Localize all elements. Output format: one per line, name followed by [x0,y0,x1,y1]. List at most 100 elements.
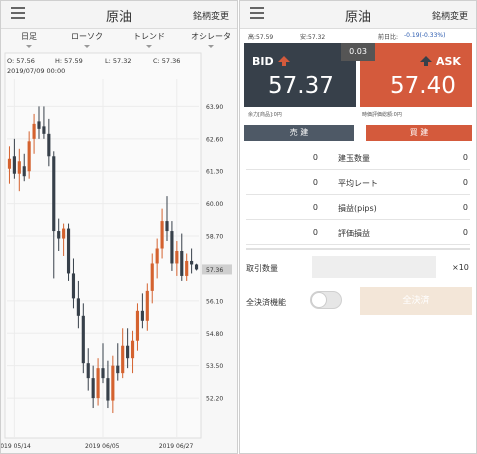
buy-avg-rate: 0 [462,178,468,187]
candle-body [111,365,115,401]
price-tick-label: 56.10 [206,298,223,305]
close-all-label: 全決済機能 [246,298,286,307]
chevron-down-icon [84,45,90,48]
candle-body [62,228,66,239]
close-all-toggle[interactable] [310,291,342,309]
chevron-down-icon [26,45,32,48]
candle-body [7,158,12,169]
candle-body [101,368,105,379]
chart-navbar: 原油 銘柄変更 [1,1,237,29]
margin-available: 余力[商品]:0円 [248,112,282,118]
symbol-change-button[interactable]: 銘柄変更 [432,9,468,22]
candle-body [81,315,85,364]
ohlc-close: C: 57.36 [153,57,180,65]
candle-body [150,263,154,291]
date-tick-label: 2019 05/14 [1,443,31,450]
candle-body [47,133,51,157]
pips-row: 0 損益(pips) 0 [246,195,470,220]
price-tick-label: 60.00 [206,201,223,208]
price-tick-label: 57.36 [206,267,223,274]
candlestick-chart[interactable]: O: 57.56 H: 57.59 L: 57.32 C: 57.36 2019… [1,51,237,453]
chart-tabs: 日足 ローソク トレンド オシレータ [1,29,237,51]
candle-body [17,161,21,174]
ask-price-block[interactable]: ASK 57.40 [360,43,472,107]
chevron-down-icon [208,45,214,48]
tab-trend[interactable]: トレンド [119,31,179,48]
ask-label: ASK [436,55,461,68]
candle-body [175,251,179,264]
menu-icon[interactable] [250,7,264,19]
candle-body [194,264,199,270]
bid-price-block[interactable]: BID 57.37 [244,43,356,107]
quantity-input[interactable] [312,256,436,278]
candle-body [160,221,164,249]
chart-svg: O: 57.56 H: 57.59 L: 57.32 C: 57.36 2019… [1,52,232,450]
tab-oscillator[interactable]: オシレータ [181,31,237,48]
ohlc-low: L: 57.32 [105,57,132,65]
high-value: 高:57.59 [248,34,274,41]
ask-price: 57.40 [390,73,456,99]
price-tick-label: 58.70 [206,234,223,241]
tab-timeframe[interactable]: 日足 [1,31,59,48]
bid-price: 57.37 [268,73,334,99]
toggle-knob [311,292,327,308]
quantity-label: 取引数量 [246,264,278,273]
candle-body [27,141,31,172]
close-all-button[interactable]: 全決済 [360,287,472,315]
candle-body [86,363,90,379]
menu-icon[interactable] [11,7,25,19]
candle-body [126,345,130,359]
candle-body [57,231,61,239]
price-tick-label: 62.60 [206,136,223,143]
sell-pips: 0 [312,203,318,212]
candle-body [145,290,149,321]
chart-panel: 原油 銘柄変更 日足 ローソク トレンド オシレータ O: 57.56 H: 5… [0,0,238,454]
divider [246,248,470,250]
ohlc-date: 2019/07/09 00:00 [7,67,65,75]
candle-body [22,166,26,177]
quantity-unit: ×10 [452,263,469,272]
candle-body [170,231,174,264]
buy-pnl: 0 [462,228,468,237]
candle-body [12,156,16,174]
candle-body [37,121,41,129]
candle-body [165,221,169,232]
date-tick-label: 2019 06/27 [159,443,194,450]
candle-body [140,310,144,321]
buy-button[interactable]: 買 建 [366,125,472,141]
buy-pips: 0 [462,203,468,212]
arrow-up-icon [420,56,432,66]
order-navbar: 原油 銘柄変更 [240,1,476,29]
candle-body [52,156,56,232]
row-label: 評価損益 [338,229,370,238]
symbol-change-button[interactable]: 銘柄変更 [193,9,229,22]
daily-info-bar: 高:57.59 安:57.32 前日比: -0.19(-0.33%) [240,29,476,41]
ohlc-open: O: 57.56 [7,57,35,65]
bid-label: BID [252,55,274,68]
avg-rate-row: 0 平均レート 0 [246,170,470,195]
tab-chart-type[interactable]: ローソク [57,31,117,48]
row-label: 損益(pips) [338,204,377,213]
candle-body [96,368,100,399]
candle-body [185,260,189,276]
candle-body [135,310,140,341]
candle-body [76,298,80,316]
date-tick-label: 2019 06/05 [85,443,120,450]
candle-body [71,273,76,299]
price-tick-label: 53.50 [206,363,223,370]
sell-pnl: 0 [312,228,318,237]
price-tick-label: 52.20 [206,396,223,403]
candle-body [155,248,159,264]
order-panel: 原油 銘柄変更 高:57.59 安:57.32 前日比: -0.19(-0.33… [239,0,477,454]
arrow-up-icon [278,56,290,66]
price-tick-label: 63.90 [206,104,223,111]
pnl-row: 0 評価損益 0 [246,220,470,245]
candle-body [66,228,71,274]
market-value-total: 時価評価総額:0円 [362,112,402,118]
price-tick-label: 61.30 [206,169,223,176]
row-label: 平均レート [338,179,378,188]
buy-position-qty: 0 [462,153,468,162]
sell-avg-rate: 0 [312,178,318,187]
candle-body [130,340,135,359]
sell-button[interactable]: 売 建 [244,125,354,141]
